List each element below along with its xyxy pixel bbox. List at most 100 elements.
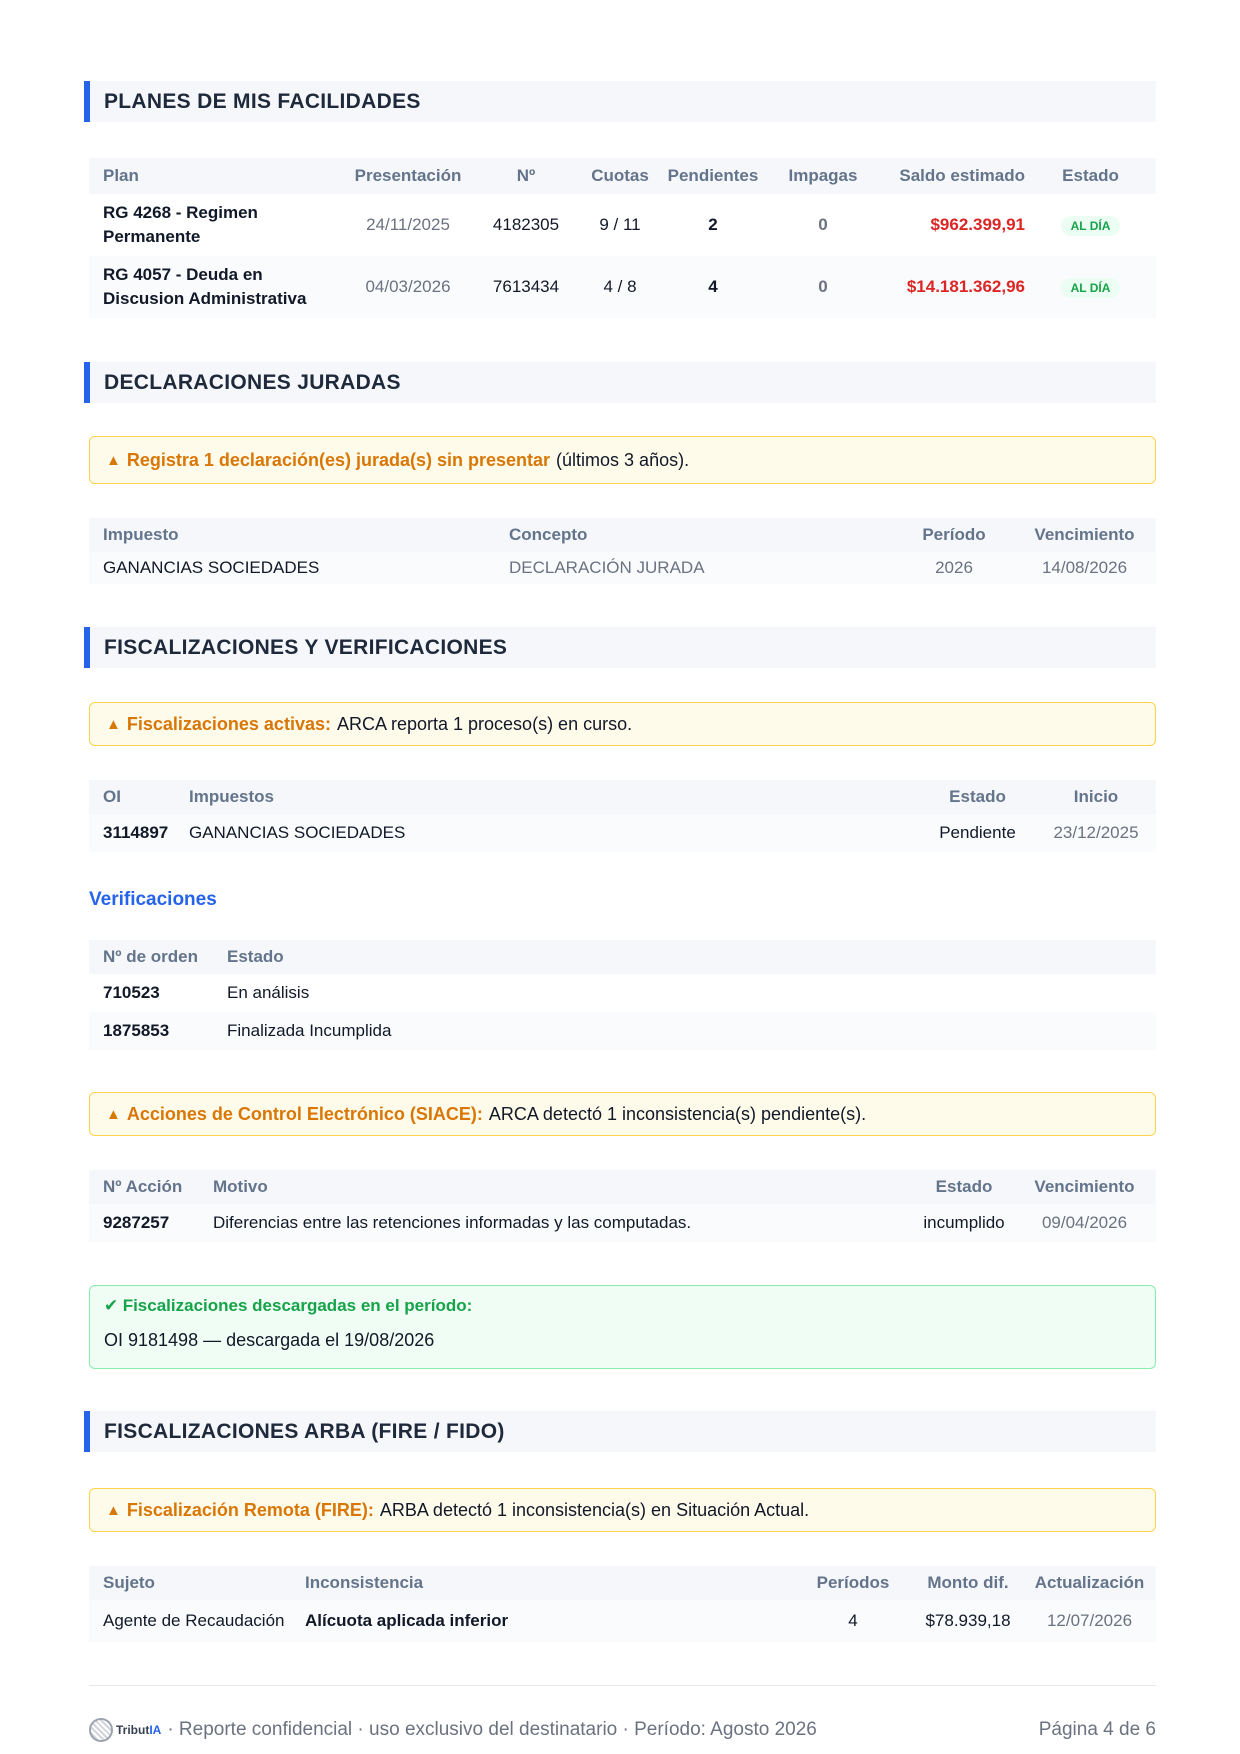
col-impuesto: Impuesto [103, 525, 179, 544]
orden-number: 710523 [103, 983, 160, 1002]
impuesto: GANANCIAS SOCIEDADES [103, 558, 320, 577]
table-row: 3114897 GANANCIAS SOCIEDADES Pendiente 2… [89, 814, 1156, 852]
col-motivo: Motivo [213, 1177, 268, 1196]
vencimiento: 14/08/2026 [1041, 558, 1128, 577]
table-row: RG 4268 - Regimen Permanente 24/11/2025 … [89, 194, 1156, 256]
status-badge: AL DÍA [1060, 277, 1121, 298]
col-impuestos: Impuestos [189, 787, 275, 806]
periodo: 2026 [935, 558, 973, 577]
col-inicio: Inicio [1073, 787, 1119, 806]
section-title: FISCALIZACIONES Y VERIFICACIONES [104, 635, 508, 659]
presentacion-date: 04/03/2026 [365, 277, 451, 296]
plan-name: RG 4268 - Regimen Permanente [89, 201, 349, 249]
warning-icon: ▲ [106, 1501, 121, 1519]
plan-number: 4182305 [492, 215, 560, 234]
plan-name-line: Permanente [103, 227, 201, 246]
col-actualizacion: Actualización [1034, 1573, 1145, 1592]
table-header: Plan Presentación Nº Cuotas Pendientes I… [89, 158, 1156, 194]
arba-table: Sujeto Inconsistencia Períodos Monto dif… [89, 1566, 1156, 1642]
status-badge: AL DÍA [1060, 215, 1121, 236]
footer-left: TributIA · Reporte confidencial · uso ex… [89, 1718, 817, 1742]
plan-name: RG 4057 - Deuda en Discusion Administrat… [89, 263, 349, 311]
impuestos: GANANCIAS SOCIEDADES [189, 823, 406, 842]
estado: En análisis [227, 983, 310, 1002]
footer-text: · Reporte confidencial · uso exclusivo d… [167, 1719, 817, 1740]
footer-divider [89, 1685, 1156, 1686]
warning-icon: ▲ [106, 715, 121, 733]
pendientes: 4 [708, 277, 718, 296]
col-saldo: Saldo estimado [899, 166, 1025, 185]
col-monto: Monto dif. [927, 1573, 1009, 1592]
table-header: Nº de orden Estado [89, 940, 1156, 974]
col-cuotas: Cuotas [591, 166, 649, 185]
table-header: Impuesto Concepto Período Vencimiento [89, 518, 1156, 552]
section-arba-header: FISCALIZACIONES ARBA (FIRE / FIDO) [84, 1411, 1156, 1452]
check-icon: ✔ [104, 1296, 119, 1315]
alert-lead: Fiscalizaciones activas: [126, 713, 331, 734]
presentacion-date: 24/11/2025 [366, 215, 450, 234]
impagas: 0 [818, 215, 828, 234]
orden-number: 1875853 [103, 1021, 170, 1040]
section-fisc-header: FISCALIZACIONES Y VERIFICACIONES [84, 627, 1156, 668]
alert-text: (últimos 3 años). [556, 449, 690, 470]
accion-number: 9287257 [103, 1213, 170, 1232]
col-pendientes: Pendientes [667, 166, 759, 185]
periodos: 4 [848, 1611, 858, 1630]
col-impagas: Impagas [788, 166, 858, 185]
siace-table: Nº Acción Motivo Estado Vencimiento 9287… [89, 1170, 1156, 1242]
verificaciones-title: Verificaciones [89, 889, 217, 910]
alert-text: ARCA reporta 1 proceso(s) en curso. [336, 713, 633, 734]
estado-cell: AL DÍA [1025, 277, 1156, 298]
pendientes: 2 [708, 215, 718, 234]
saldo: $14.181.362,96 [906, 277, 1025, 296]
sujeto: Agente de Recaudación [103, 1611, 285, 1630]
impagas: 0 [818, 277, 828, 296]
plan-name-line: Discusion Administrativa [103, 289, 307, 308]
col-periodo: Período [922, 525, 986, 544]
warning-icon: ▲ [106, 1105, 121, 1123]
table-header: Sujeto Inconsistencia Períodos Monto dif… [89, 1566, 1156, 1600]
col-estado: Estado [949, 787, 1006, 806]
planes-table: Plan Presentación Nº Cuotas Pendientes I… [89, 158, 1156, 318]
alert-lead: Acciones de Control Electrónico (SIACE): [126, 1103, 483, 1124]
plan-number: 7613434 [492, 277, 560, 296]
plan-name-line: RG 4057 - Deuda en [103, 265, 263, 284]
inconsistencia: Alícuota aplicada inferior [305, 1611, 509, 1630]
table-row: RG 4057 - Deuda en Discusion Administrat… [89, 256, 1156, 318]
logo-text-b: IA [149, 1723, 162, 1737]
alert-lead: Registra 1 declaración(es) jurada(s) sin… [126, 449, 551, 470]
col-accion: Nº Acción [103, 1177, 183, 1196]
saldo: $962.399,91 [930, 215, 1025, 234]
plan-name-line: RG 4268 - Regimen [103, 203, 258, 222]
section-title: FISCALIZACIONES ARBA (FIRE / FIDO) [104, 1419, 505, 1443]
fisc-table: OI Impuestos Estado Inicio 3114897 GANAN… [89, 780, 1156, 852]
page-number: Página 4 de 6 [1038, 1719, 1156, 1740]
descargadas-lead-line: ✔ Fiscalizaciones descargadas en el perí… [104, 1296, 1141, 1316]
alert-lead: Fiscalización Remota (FIRE): [126, 1499, 374, 1520]
descargadas-alert: ✔ Fiscalizaciones descargadas en el perí… [89, 1285, 1156, 1369]
col-numero: Nº [516, 166, 536, 185]
globe-icon [89, 1718, 113, 1742]
ddjj-alert: ▲ Registra 1 declaración(es) jurada(s) s… [89, 436, 1156, 484]
logo-text-a: Tribut [116, 1723, 150, 1737]
col-estado: Estado [1062, 166, 1119, 185]
table-header: Nº Acción Motivo Estado Vencimiento [89, 1170, 1156, 1204]
ddjj-table: Impuesto Concepto Período Vencimiento GA… [89, 518, 1156, 584]
logo-text: TributIA [116, 1723, 161, 1737]
alert-text: OI 9181498 — descargada el 19/08/2026 [104, 1330, 435, 1350]
col-periodos: Períodos [816, 1573, 890, 1592]
col-orden: Nº de orden [103, 947, 198, 966]
col-inconsistencia: Inconsistencia [305, 1573, 424, 1592]
col-estado: Estado [227, 947, 284, 966]
concepto: DECLARACIÓN JURADA [509, 558, 705, 577]
section-ddjj-header: DECLARACIONES JURADAS [84, 362, 1156, 403]
col-plan: Plan [103, 166, 139, 185]
table-row: 710523 En análisis [89, 974, 1156, 1012]
section-title: PLANES DE MIS FACILIDADES [104, 89, 421, 113]
footer: TributIA · Reporte confidencial · uso ex… [89, 1718, 1156, 1742]
actualizacion: 12/07/2026 [1046, 1611, 1133, 1630]
estado-cell: AL DÍA [1025, 215, 1156, 236]
col-sujeto: Sujeto [103, 1573, 155, 1592]
vencimiento: 09/04/2026 [1041, 1213, 1128, 1232]
warning-icon: ▲ [106, 451, 121, 469]
